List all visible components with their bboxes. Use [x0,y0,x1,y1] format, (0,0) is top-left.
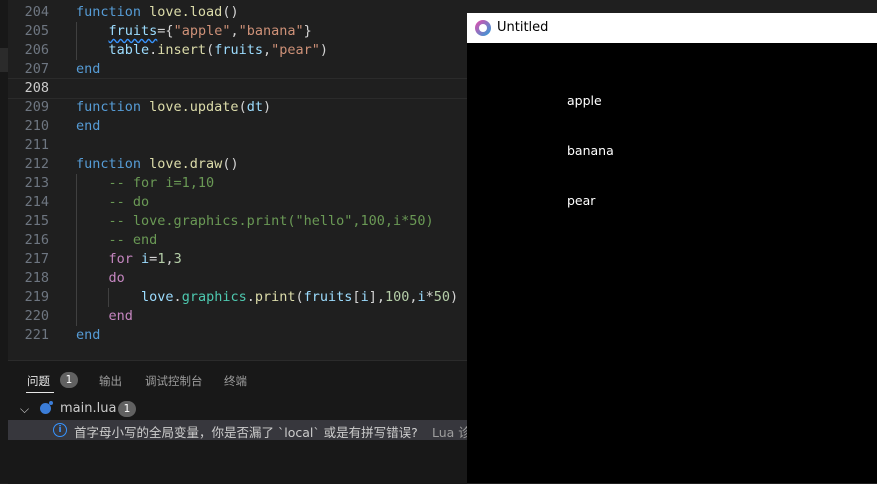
code-line[interactable]: 204 function love.load() [0,3,467,22]
fruit-text: apple [567,93,602,108]
code-text: end [76,327,101,343]
tab-output[interactable]: 输出 [99,373,122,389]
problems-panel: 问题 1 输出 调试控制台 终端 ⌵ main.lua 1 i 首字母小写的全局… [8,360,471,484]
code-line[interactable]: 213 -- for i=1,10 [0,174,467,193]
code-text: function love.load() [76,4,239,20]
code-line[interactable]: 205 fruits={"apple","banana"} [0,22,467,41]
code-text: for i=1,3 [108,251,182,267]
file-problem-badge: 1 [118,401,136,417]
code-line[interactable]: 215 -- love.graphics.print("hello",100,i… [0,212,467,231]
code-line[interactable]: 217 for i=1,3 [0,250,467,269]
problem-message-row[interactable]: i 首字母小写的全局变量，你是否漏了 `local` 或是有拼写错误? Lua … [8,420,471,440]
problem-count-badge: 1 [60,372,78,388]
gutter-marker [0,48,8,72]
code-line[interactable]: 220 end [0,307,467,326]
problem-message: 首字母小写的全局变量，你是否漏了 `local` 或是有拼写错误? [74,425,418,440]
info-icon: i [53,423,67,437]
fruit-text: banana [567,143,614,158]
file-name: main.lua [60,401,117,416]
tab-problems[interactable]: 问题 [27,373,50,389]
code-line[interactable]: 208 [0,78,467,99]
code-line[interactable]: 206 table.insert(fruits,"pear") [0,41,467,60]
problem-source: Lua 诊 [432,425,471,440]
code-line[interactable]: 216 -- end [0,231,467,250]
activity-gutter [0,0,8,483]
indent-guide [108,288,109,307]
code-text: end [108,308,133,324]
love-game-window[interactable]: Untitled apple banana pear [467,13,877,483]
code-text: end [76,61,101,77]
panel-tabs: 问题 1 输出 调试控制台 终端 [8,361,467,399]
tab-terminal[interactable]: 终端 [224,373,247,389]
fruit-text: pear [567,193,596,208]
code-line[interactable]: 221 end [0,326,467,345]
tab-debug-console[interactable]: 调试控制台 [145,373,203,389]
code-line[interactable]: 219 love.graphics.print(fruits[i],100,i*… [0,288,467,307]
code-text: function love.update(dt) [76,99,272,115]
code-line[interactable]: 212 function love.draw() [0,155,467,174]
problem-file-row[interactable]: ⌵ main.lua 1 [8,399,467,421]
indent-guide [76,174,77,326]
code-text: table.insert(fruits,"pear") [108,42,329,58]
code-text: -- for i=1,10 [108,175,215,191]
code-text: love.graphics.print(fruits[i],100,i*50) [141,289,459,305]
code-line[interactable]: 210 end [0,117,467,136]
window-title: Untitled [497,20,549,35]
chevron-down-icon[interactable]: ⌵ [20,402,34,416]
code-text: -- love.graphics.print("hello",100,i*50) [108,213,434,229]
code-text: -- end [108,232,158,248]
code-line[interactable]: 218 do [0,269,467,288]
code-text: do [108,270,125,286]
indent-guide [76,22,77,60]
code-text: function love.draw() [76,156,239,172]
code-text: fruits={"apple","banana"} [108,23,312,39]
lua-file-icon [40,401,53,414]
code-text: end [76,118,101,134]
code-line[interactable]: 214 -- do [0,193,467,212]
code-line[interactable]: 211 [0,136,467,155]
code-editor[interactable]: 204 function love.load() 205 fruits={"appl… [0,0,467,360]
love-logo-icon [475,20,491,36]
active-tab-indicator [26,392,54,393]
code-line[interactable]: 209 function love.update(dt) [0,98,467,117]
window-titlebar[interactable]: Untitled [467,13,877,43]
code-line[interactable]: 207 end [0,60,467,79]
code-text: -- do [108,194,150,210]
